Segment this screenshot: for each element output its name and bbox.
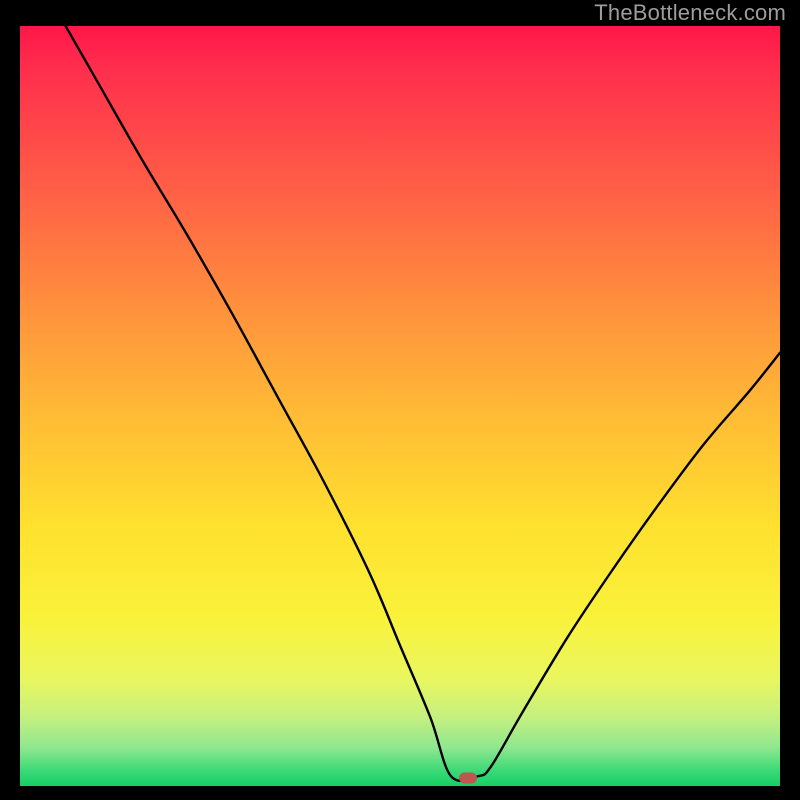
plot-area <box>20 26 780 786</box>
chart-outer-frame: TheBottleneck.com <box>0 0 800 800</box>
watermark-text: TheBottleneck.com <box>594 0 786 26</box>
curve-path <box>66 26 780 781</box>
curve-svg <box>20 26 780 786</box>
optimum-marker <box>459 772 477 783</box>
